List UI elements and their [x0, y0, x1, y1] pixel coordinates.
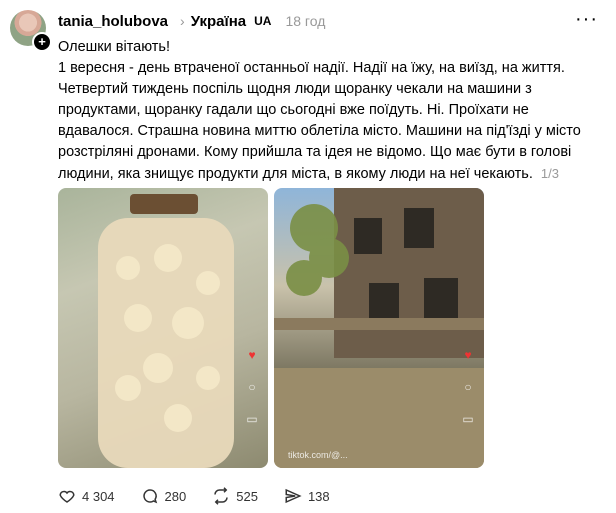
bookmark-icon: ▭ [246, 412, 258, 426]
follow-plus-icon[interactable]: + [32, 32, 52, 52]
more-options-icon[interactable]: ··· [575, 8, 598, 31]
like-button[interactable]: 4 304 [58, 487, 115, 505]
repost-button[interactable]: 525 [212, 487, 258, 505]
share-button[interactable]: 138 [284, 487, 330, 505]
media-overlay-icons: ♥ ○ ▭ [244, 348, 260, 426]
comment-count: 280 [164, 488, 187, 504]
chevron-right-icon: › [180, 13, 185, 29]
comment-icon: ○ [464, 380, 472, 394]
like-count: 4 304 [82, 488, 115, 504]
comment-icon: ○ [248, 380, 256, 394]
post-body: 1 вересня - день втраченої останньої над… [58, 58, 606, 185]
media-image-jar[interactable]: ♥ ○ ▭ [58, 188, 268, 468]
heart-icon: ♥ [248, 348, 256, 362]
media-overlay-icons: ♥ ○ ▭ [460, 348, 476, 426]
heart-icon [59, 490, 75, 503]
post-body-text: 1 вересня - день втраченої останньої над… [58, 60, 581, 182]
send-icon [285, 488, 302, 504]
topic[interactable]: Україна [191, 13, 246, 30]
media-watermark: tiktok.com/@... [288, 450, 348, 460]
media-image-building[interactable]: ♥ ○ ▭ tiktok.com/@... [274, 188, 484, 468]
post-line1: Олешки вітають! [58, 39, 170, 55]
post-text: Олешки вітають! 1 вересня - день втрачен… [58, 37, 606, 185]
post-actions: 4 304 280 525 138 [58, 487, 330, 505]
building-illustration [274, 188, 484, 468]
topic-tag: UA [254, 14, 272, 28]
bookmark-icon: ▭ [462, 412, 474, 426]
heart-icon: ♥ [464, 348, 472, 362]
comment-button[interactable]: 280 [141, 487, 187, 505]
repost-icon [214, 487, 228, 505]
comment-icon [142, 489, 157, 504]
text-pager: 1/3 [540, 166, 559, 181]
jar-illustration [98, 194, 234, 468]
post-header: tania_holubova › Україна UA 18 год [58, 11, 325, 31]
post-time: 18 год [285, 13, 326, 29]
username[interactable]: tania_holubova [58, 13, 168, 30]
repost-count: 525 [236, 488, 258, 504]
share-count: 138 [307, 488, 330, 504]
